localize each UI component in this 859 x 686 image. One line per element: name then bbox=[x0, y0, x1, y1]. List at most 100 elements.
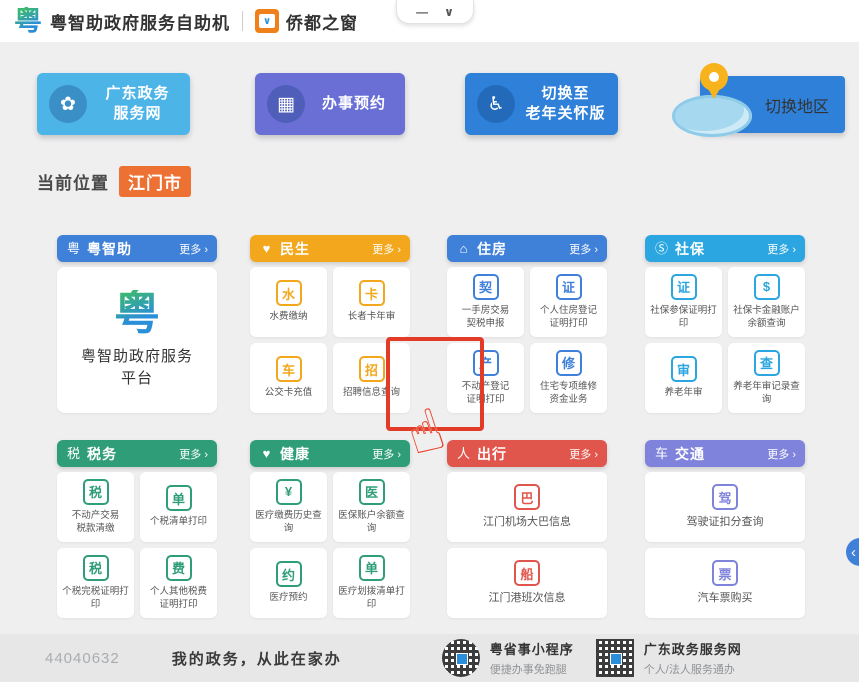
more-link[interactable]: 更多 › bbox=[179, 241, 208, 257]
airport-bus-icon: 巴 bbox=[514, 484, 540, 510]
platform-name: 粤智助政府服务 平台 bbox=[81, 346, 193, 391]
minimize-button[interactable]: — bbox=[416, 6, 428, 18]
pension-doc-icon: 审 bbox=[671, 356, 697, 382]
service-tile-insurance-proof-print[interactable]: 证 社保参保证明打印 bbox=[645, 267, 722, 337]
service-tile-pension-review[interactable]: 审 养老年审 bbox=[645, 343, 722, 413]
driver-license-icon: 驾 bbox=[712, 484, 738, 510]
edge-panel-toggle-button[interactable]: ‹ bbox=[846, 538, 859, 566]
window-controls-tab: — ∨ bbox=[396, 0, 474, 24]
service-tile-pension-review-records[interactable]: 查 养老年审记录查询 bbox=[728, 343, 805, 413]
service-tile-medical-appointment[interactable]: 约 医疗预约 bbox=[250, 548, 327, 618]
service-tile-license-points-query[interactable]: 驾 驾驶证扣分查询 bbox=[645, 472, 805, 542]
qr-group-gdzwfw: 广东政务服务网 个人/法人服务通办 bbox=[596, 639, 742, 677]
category-header-shuiwu[interactable]: 税 税务 更多 › bbox=[57, 440, 217, 467]
category-title: 社保 bbox=[675, 239, 705, 259]
tile-label: 驾驶证扣分查询 bbox=[687, 515, 764, 530]
service-tile-senior-card-review[interactable]: 卡 长者卡年审 bbox=[333, 267, 410, 337]
location-pin-icon bbox=[700, 63, 728, 91]
more-link[interactable]: 更多 › bbox=[179, 446, 208, 462]
bus-icon: 车 bbox=[276, 356, 302, 382]
service-tile-tax-paid-proof-print[interactable]: 税 个税完税证明打印 bbox=[57, 548, 134, 618]
category-header-yuezhizhu[interactable]: 粤 粤智助 更多 › bbox=[57, 235, 217, 262]
category-header-shebao[interactable]: Ⓢ 社保 更多 › bbox=[645, 235, 805, 262]
tile-label: 江门机场大巴信息 bbox=[483, 515, 571, 530]
platform-tile[interactable]: 粤 粤智助政府服务 平台 bbox=[57, 267, 217, 413]
service-tile-real-estate-registration-print[interactable]: 产 不动产登记 证明打印 bbox=[447, 343, 524, 413]
category-card-minsheng: ♥ 民生 更多 › 水 水费缴纳 卡 长者卡年审 车 公交卡充值 招 bbox=[250, 235, 410, 413]
service-tile-deed-tax-declare[interactable]: 契 一手房交易 契税申报 bbox=[447, 267, 524, 337]
collapse-button[interactable]: ∨ bbox=[444, 6, 454, 18]
more-link[interactable]: 更多 › bbox=[569, 446, 598, 462]
category-header-zhufang[interactable]: ⌂ 住房 更多 › bbox=[447, 235, 607, 262]
more-link[interactable]: 更多 › bbox=[767, 241, 796, 257]
current-location-label: 当前位置 bbox=[37, 169, 109, 194]
envelope-chevron-icon: ∨ bbox=[259, 14, 275, 28]
category-header-chuxing[interactable]: 人 出行 更多 › bbox=[447, 440, 607, 467]
qiaodu-window-icon: ∨ bbox=[255, 9, 279, 33]
tile-label: 个税清单打印 bbox=[150, 516, 207, 529]
tile-label: 社保卡金融账户 余额查询 bbox=[733, 305, 800, 331]
more-link[interactable]: 更多 › bbox=[372, 446, 401, 462]
gd-gov-service-site-button[interactable]: ✿ 广东政务 服务网 bbox=[37, 73, 190, 135]
category-title: 粤智助 bbox=[87, 239, 132, 259]
service-tile-real-estate-tax-pay[interactable]: 税 不动产交易 税款清缴 bbox=[57, 472, 134, 542]
service-tile-medical-transfer-list-print[interactable]: 单 医疗划拨清单打印 bbox=[333, 548, 410, 618]
tile-label: 养老年审记录查询 bbox=[730, 381, 803, 407]
current-city-badge[interactable]: 江门市 bbox=[119, 166, 191, 197]
house-repair-icon: 修 bbox=[556, 350, 582, 376]
service-tile-coach-ticket-purchase[interactable]: 票 汽车票购买 bbox=[645, 548, 805, 618]
calendar-clock-icon: 约 bbox=[276, 561, 302, 587]
tile-label: 医保账户余额查询 bbox=[335, 510, 408, 536]
category-card-jiankang: ♥ 健康 更多 › ¥ 医疗缴费历史查询 医 医保账户余额查询 约 医疗预约 bbox=[250, 440, 410, 618]
service-tile-water-fee[interactable]: 水 水费缴纳 bbox=[250, 267, 327, 337]
bus-icon: 车 bbox=[654, 447, 669, 460]
money-card-icon: $ bbox=[754, 274, 780, 300]
heart-pulse-icon: ♥ bbox=[259, 447, 274, 460]
qr-title: 粤省事小程序 bbox=[490, 639, 574, 658]
category-title: 民生 bbox=[280, 239, 310, 259]
category-card-chuxing: 人 出行 更多 › 巴 江门机场大巴信息 船 江门港班次信息 bbox=[447, 440, 607, 618]
service-tile-medical-payment-history[interactable]: ¥ 医疗缴费历史查询 bbox=[250, 472, 327, 542]
magnifier-person-icon: 查 bbox=[754, 350, 780, 376]
more-link[interactable]: 更多 › bbox=[569, 241, 598, 257]
category-header-jiaotong[interactable]: 车 交通 更多 › bbox=[645, 440, 805, 467]
kiosk-code: 44040632 bbox=[45, 650, 120, 667]
service-tile-maintenance-fund[interactable]: 修 住宅专项维修 资金业务 bbox=[530, 343, 607, 413]
job-search-icon: 招 bbox=[359, 356, 385, 382]
category-header-jiankang[interactable]: ♥ 健康 更多 › bbox=[250, 440, 410, 467]
tile-label: 医疗划拨清单打印 bbox=[335, 586, 408, 612]
service-tile-other-tax-proof-print[interactable]: 费 个人其他税费 证明打印 bbox=[140, 548, 217, 618]
tile-label: 招聘信息查询 bbox=[343, 387, 400, 400]
qr-group-yueshengshi: 粤省事小程序 便捷办事免跑腿 bbox=[442, 639, 574, 677]
service-tile-medical-account-balance[interactable]: 医 医保账户余额查询 bbox=[333, 472, 410, 542]
qr-subtitle: 个人/法人服务通办 bbox=[644, 661, 742, 677]
kiosk-home-screen: 粤 粤智助政府服务自助机 ∨ 侨都之窗 — ∨ ✿ 广东政务 服务网 ▦ 办事预… bbox=[0, 0, 859, 686]
header-divider bbox=[242, 11, 243, 31]
elder-mode-button[interactable]: ♿ 切换至 老年关怀版 bbox=[465, 73, 618, 135]
appointment-button[interactable]: ▦ 办事预约 bbox=[255, 73, 405, 135]
tile-label: 不动产交易 税款清缴 bbox=[72, 510, 120, 536]
gdzwfw-qr-code bbox=[596, 639, 634, 677]
more-link[interactable]: 更多 › bbox=[767, 446, 796, 462]
service-tile-income-tax-list-print[interactable]: 单 个税清单打印 bbox=[140, 472, 217, 542]
service-tile-bus-card-topup[interactable]: 车 公交卡充值 bbox=[250, 343, 327, 413]
more-link[interactable]: 更多 › bbox=[372, 241, 401, 257]
service-tile-ss-card-balance[interactable]: $ 社保卡金融账户 余额查询 bbox=[728, 267, 805, 337]
service-tile-port-schedule-info[interactable]: 船 江门港班次信息 bbox=[447, 548, 607, 618]
service-tile-airport-bus-info[interactable]: 巴 江门机场大巴信息 bbox=[447, 472, 607, 542]
tile-label: 水费缴纳 bbox=[269, 311, 307, 324]
service-tile-job-info-search[interactable]: 招 招聘信息查询 bbox=[333, 343, 410, 413]
tile-label: 医疗缴费历史查询 bbox=[252, 510, 325, 536]
map-icon bbox=[672, 95, 752, 137]
switch-region-button[interactable]: 切换地区 bbox=[672, 73, 845, 137]
service-tile-housing-registration-print[interactable]: 证 个人住房登记 证明打印 bbox=[530, 267, 607, 337]
quick-action-label: 切换地区 bbox=[765, 93, 829, 117]
bus-ticket-icon: 票 bbox=[712, 560, 738, 586]
tile-label: 个税完税证明打印 bbox=[59, 586, 132, 612]
category-header-minsheng[interactable]: ♥ 民生 更多 › bbox=[250, 235, 410, 262]
footer-bar: 44040632 我的政务，从此在家办 粤省事小程序 便捷办事免跑腿 广东政务服… bbox=[0, 634, 859, 682]
walking-person-icon: 人 bbox=[456, 447, 471, 460]
calendar-icon: ▦ bbox=[267, 85, 305, 123]
category-title: 交通 bbox=[675, 444, 705, 464]
tile-label: 个人其他税费 证明打印 bbox=[150, 586, 207, 612]
